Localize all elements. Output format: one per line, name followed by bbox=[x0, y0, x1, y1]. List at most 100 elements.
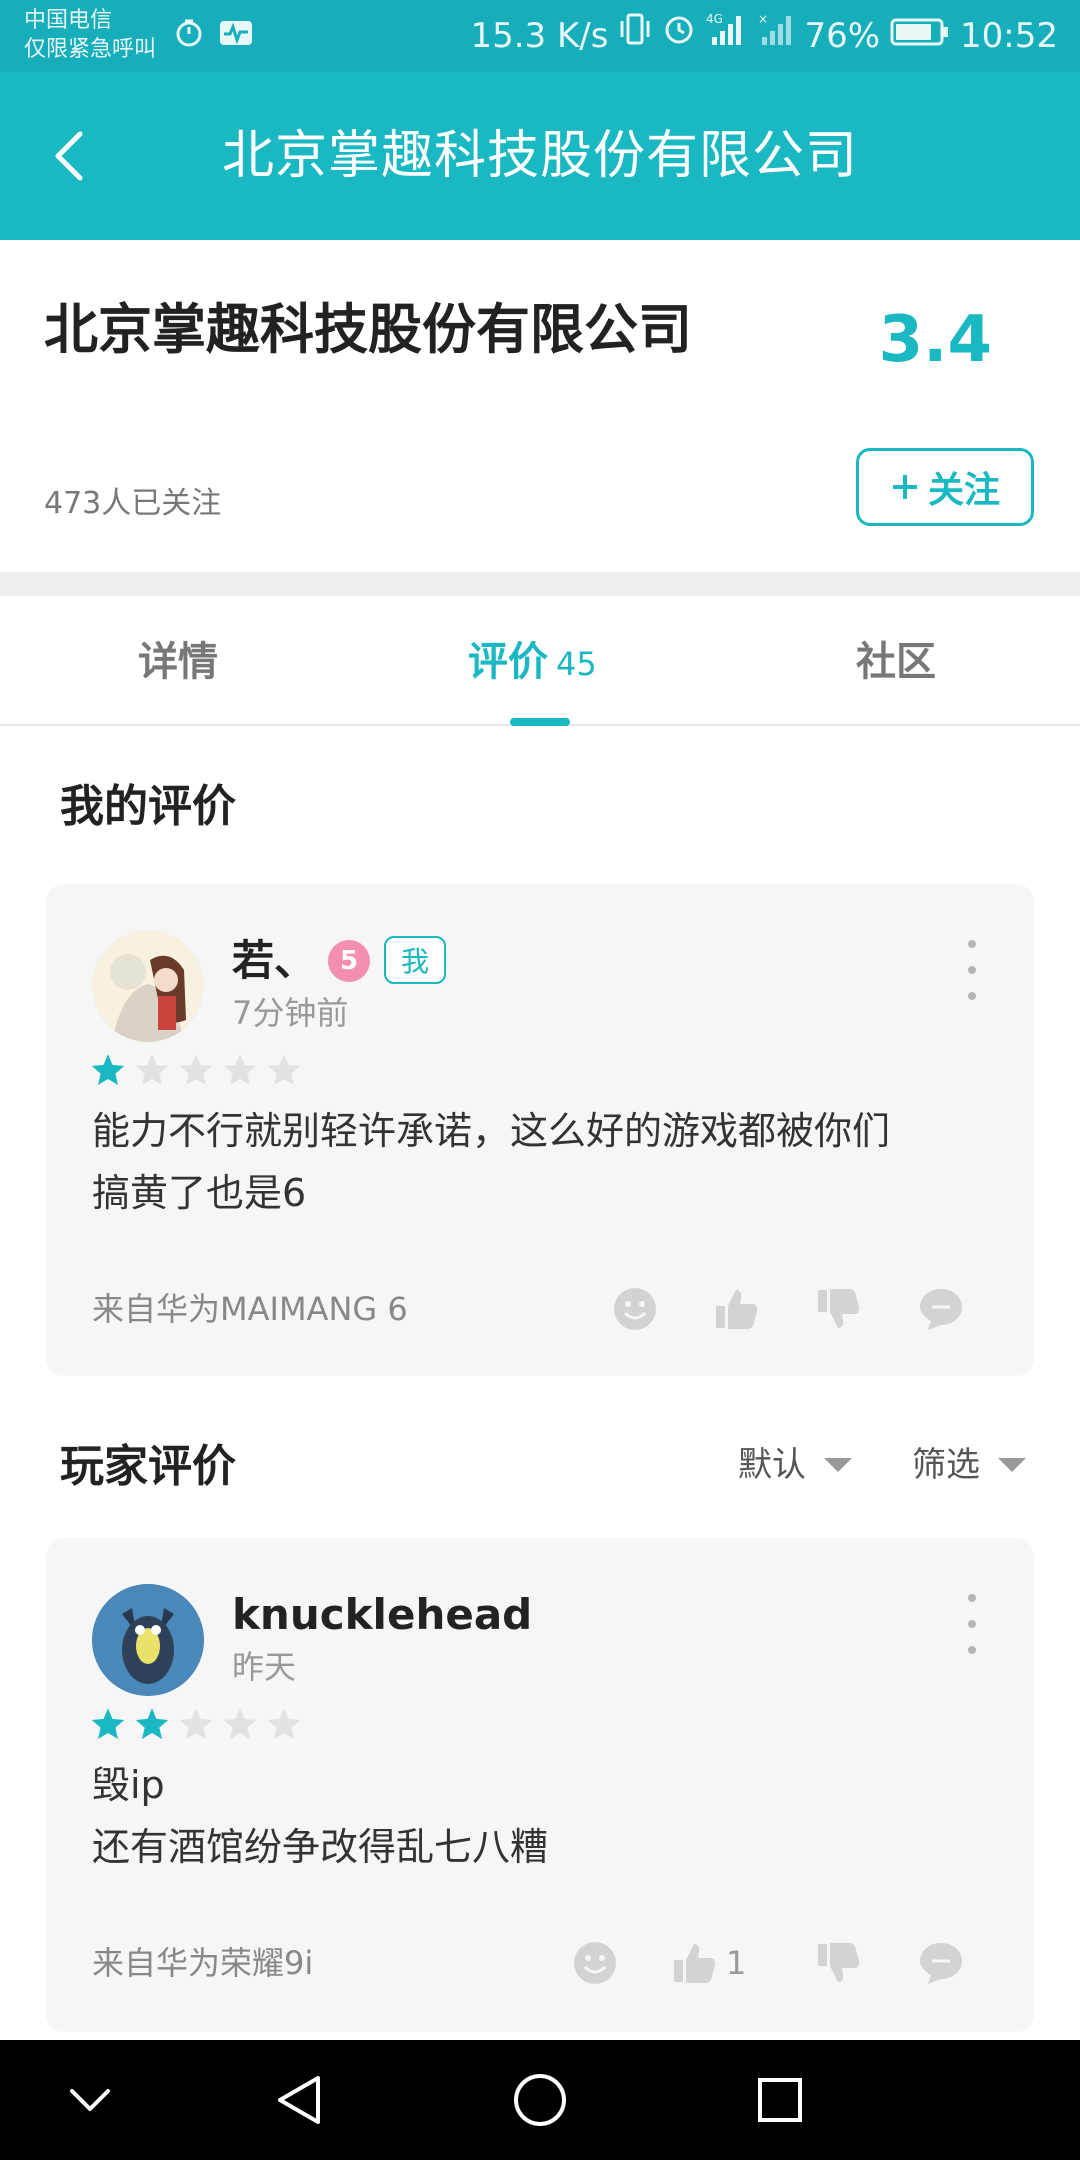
alarm-icon bbox=[662, 10, 696, 62]
player-reviews-title: 玩家评价 bbox=[60, 1441, 236, 1492]
star-empty-icon bbox=[267, 1708, 301, 1739]
battery-icon bbox=[890, 10, 950, 62]
followers-count: 473人已关注 bbox=[44, 486, 222, 521]
like-count: 1 bbox=[726, 1944, 747, 1982]
system-nav-bar bbox=[0, 2040, 1080, 2160]
star-empty-icon bbox=[267, 1054, 301, 1085]
review-text: 毁ip 还有酒馆纷争改得乱七八糟 bbox=[92, 1763, 549, 1869]
review-time: 7分钟前 bbox=[232, 994, 349, 1032]
chevron-down-icon bbox=[70, 2089, 110, 2111]
follow-label: 关注 bbox=[927, 470, 1000, 511]
thumbs-up-icon bbox=[674, 1944, 716, 1983]
more-dot bbox=[968, 1620, 976, 1628]
comment-bubble-icon bbox=[920, 1289, 962, 1330]
carrier-name: 中国电信 bbox=[24, 8, 113, 33]
comment-bubble-icon bbox=[920, 1943, 962, 1984]
net-speed: 15.3 K/s bbox=[470, 16, 609, 56]
review-time: 昨天 bbox=[232, 1648, 297, 1686]
like-button[interactable] bbox=[670, 1938, 720, 1988]
level-badge: 5 bbox=[328, 940, 370, 982]
star-empty-icon bbox=[223, 1708, 257, 1739]
thumbs-down-icon bbox=[818, 1943, 860, 1982]
my-review-card: 若、 5 我 7分钟前 能力不行就别轻许承诺，这么好的游戏都被你们 搞黄了也是6… bbox=[46, 884, 1034, 1376]
dislike-button[interactable] bbox=[814, 1938, 864, 1988]
filter-label: 筛选 bbox=[912, 1445, 980, 1485]
plus-icon bbox=[892, 475, 917, 499]
tab-details[interactable]: 详情 bbox=[138, 636, 218, 688]
star-filled-icon bbox=[91, 1708, 125, 1739]
player-review-card: knucklehead 昨天 毁ip 还有酒馆纷争改得乱七八糟 来自华为荣耀9i… bbox=[46, 1538, 1034, 2032]
hide-nav-button[interactable] bbox=[58, 2068, 122, 2132]
page-title: 北京掌趣科技股份有限公司 bbox=[221, 126, 858, 186]
circle-home-icon bbox=[514, 2074, 566, 2126]
tab-community[interactable]: 社区 bbox=[856, 636, 936, 688]
my-review-title: 我的评价 bbox=[60, 781, 236, 832]
star-rating bbox=[90, 1052, 302, 1088]
clock: 10:52 bbox=[960, 16, 1058, 56]
follow-button[interactable]: 关注 bbox=[856, 448, 1034, 526]
health-monitor-icon bbox=[218, 18, 254, 52]
chevron-down-icon bbox=[824, 1458, 852, 1472]
emoji-reaction-button[interactable] bbox=[570, 1938, 620, 1988]
battery-percent: 76% bbox=[804, 16, 881, 56]
more-options-button[interactable] bbox=[958, 1594, 986, 1654]
anime-avatar-image bbox=[92, 930, 204, 1042]
comment-button[interactable] bbox=[916, 1284, 966, 1334]
more-options-button[interactable] bbox=[958, 940, 986, 1000]
star-rating bbox=[90, 1706, 302, 1742]
star-empty-icon bbox=[223, 1054, 257, 1085]
review-device: 来自华为MAIMANG 6 bbox=[92, 1290, 408, 1328]
status-bar: 中国电信 仅限紧急呼叫 15.3 K/s 4G × 76% 10:52 bbox=[0, 0, 1080, 72]
carrier-info: 中国电信 仅限紧急呼叫 bbox=[24, 6, 156, 64]
tab-reviews-count: 45 bbox=[556, 645, 597, 683]
cartoon-cat-avatar-image bbox=[92, 1584, 204, 1696]
me-badge: 我 bbox=[384, 936, 446, 984]
carrier-status: 仅限紧急呼叫 bbox=[24, 37, 157, 62]
triangle-back-icon bbox=[278, 2076, 320, 2124]
chevron-down-icon bbox=[998, 1458, 1026, 1472]
company-header: 北京掌趣科技股份有限公司 3.4 473人已关注 关注 bbox=[0, 240, 1080, 572]
app-bar: 北京掌趣科技股份有限公司 bbox=[0, 72, 1080, 240]
emoji-reaction-button[interactable] bbox=[610, 1284, 660, 1334]
review-text: 能力不行就别轻许承诺，这么好的游戏都被你们 搞黄了也是6 bbox=[92, 1109, 891, 1215]
svg-text:4G: 4G bbox=[706, 12, 723, 26]
dislike-button[interactable] bbox=[814, 1284, 864, 1334]
tab-bar: 详情 评价 45 社区 bbox=[0, 596, 1080, 726]
signal-no-sim-icon: × bbox=[758, 10, 794, 62]
svg-text:×: × bbox=[758, 12, 768, 26]
star-filled-icon bbox=[91, 1054, 125, 1085]
star-empty-icon bbox=[179, 1054, 213, 1085]
more-dot bbox=[968, 940, 976, 948]
vibrate-icon bbox=[618, 10, 652, 62]
section-divider bbox=[0, 572, 1080, 596]
comment-button[interactable] bbox=[916, 1938, 966, 1988]
company-rating: 3.4 bbox=[878, 303, 992, 377]
smiley-icon bbox=[614, 1288, 656, 1330]
sort-dropdown[interactable]: 默认 bbox=[738, 1442, 852, 1488]
avatar[interactable] bbox=[92, 1584, 204, 1696]
tab-reviews-label: 评价 bbox=[468, 639, 548, 685]
like-button[interactable] bbox=[712, 1284, 762, 1334]
smiley-icon bbox=[574, 1942, 616, 1984]
nav-recents-button[interactable] bbox=[748, 2068, 812, 2132]
star-empty-icon bbox=[179, 1708, 213, 1739]
sort-label: 默认 bbox=[738, 1445, 806, 1485]
thumbs-up-icon bbox=[716, 1290, 758, 1329]
user-name[interactable]: 若、 bbox=[232, 934, 316, 988]
tab-indicator bbox=[510, 718, 570, 726]
thumbs-down-icon bbox=[818, 1289, 860, 1328]
more-dot bbox=[968, 992, 976, 1000]
user-name[interactable]: knucklehead bbox=[232, 1588, 532, 1642]
square-recents-icon bbox=[758, 2078, 802, 2122]
company-name: 北京掌趣科技股份有限公司 bbox=[44, 298, 692, 361]
review-device: 来自华为荣耀9i bbox=[92, 1944, 314, 1982]
tab-reviews[interactable]: 评价 45 bbox=[468, 636, 597, 690]
avatar[interactable] bbox=[92, 930, 204, 1042]
timer-icon bbox=[174, 18, 204, 52]
star-empty-icon bbox=[135, 1054, 169, 1085]
nav-back-button[interactable] bbox=[268, 2068, 332, 2132]
filter-dropdown[interactable]: 筛选 bbox=[912, 1442, 1026, 1488]
star-filled-icon bbox=[135, 1708, 169, 1739]
more-dot bbox=[968, 966, 976, 974]
nav-home-button[interactable] bbox=[508, 2068, 572, 2132]
